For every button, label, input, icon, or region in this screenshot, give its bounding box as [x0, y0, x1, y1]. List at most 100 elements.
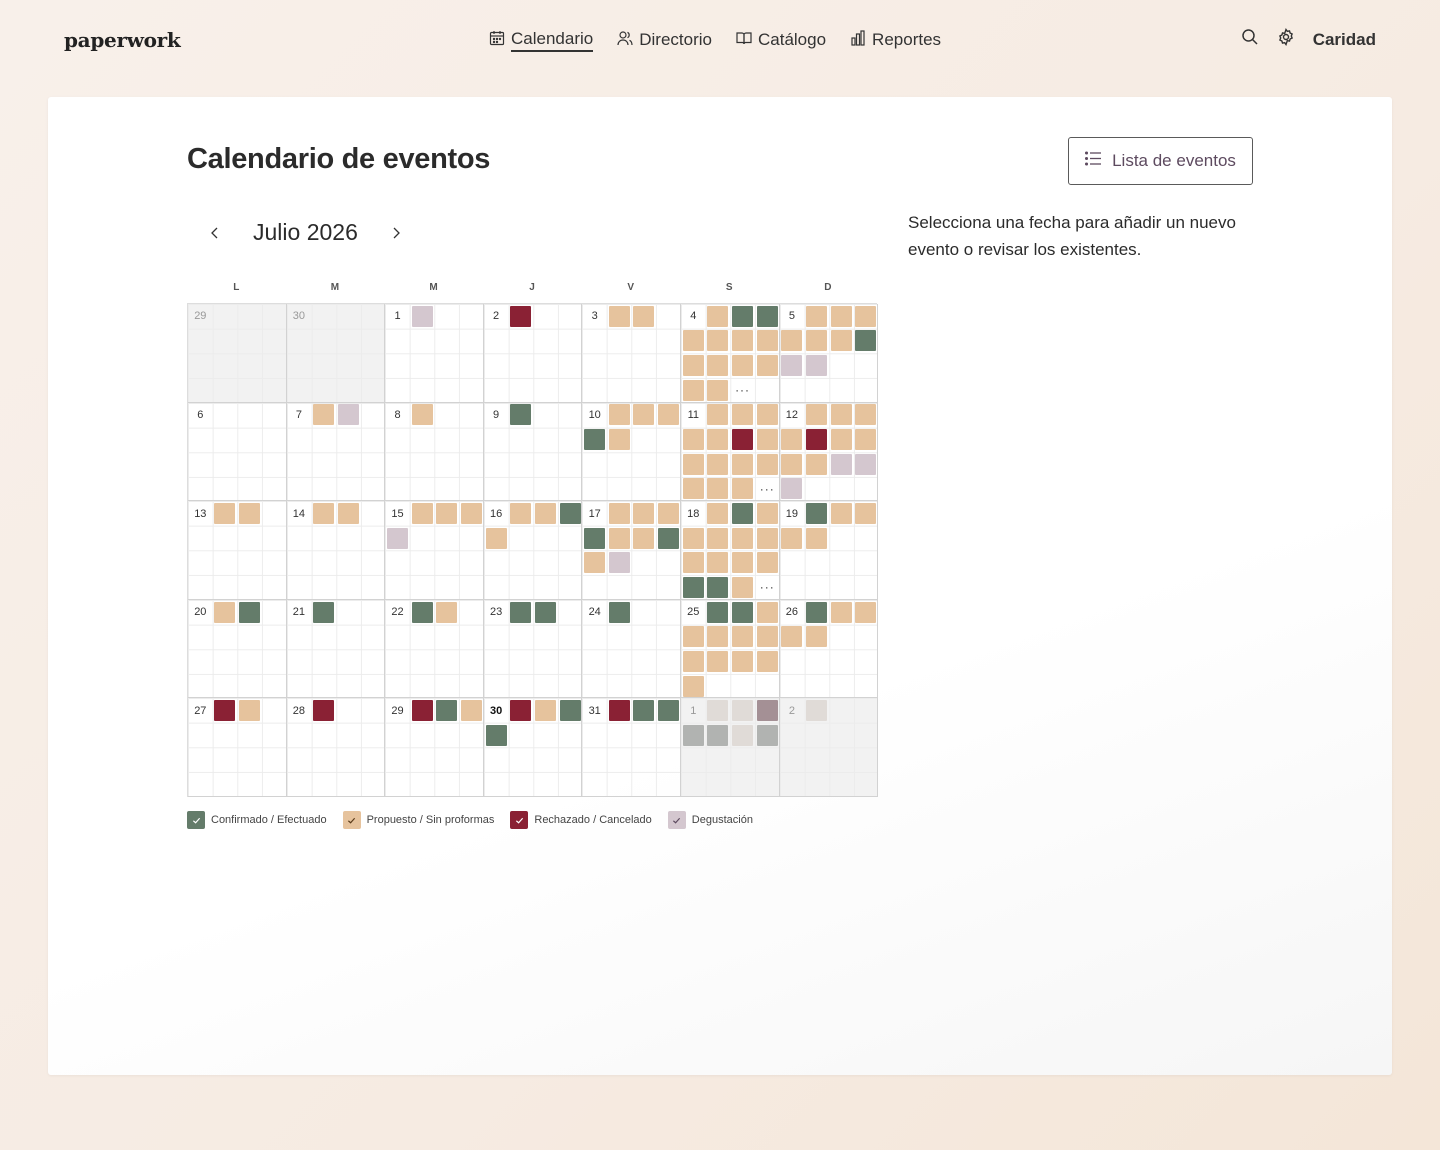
- event-proposed[interactable]: [411, 404, 433, 426]
- event-proposed[interactable]: [707, 503, 729, 524]
- event-proposed[interactable]: [781, 626, 803, 648]
- organization-name[interactable]: Caridad: [1313, 30, 1376, 50]
- event-tasting[interactable]: [756, 700, 778, 722]
- event-proposed[interactable]: [806, 453, 828, 475]
- event-rejected[interactable]: [313, 700, 335, 722]
- event-tasting[interactable]: [337, 404, 359, 426]
- calendar-day[interactable]: 25: [680, 599, 780, 699]
- event-proposed[interactable]: [707, 626, 729, 648]
- calendar-day[interactable]: 31: [582, 698, 681, 797]
- event-confirmed[interactable]: [436, 700, 458, 722]
- calendar-day[interactable]: 11 ···: [680, 402, 780, 502]
- more-events-indicator[interactable]: ···: [735, 384, 750, 396]
- event-proposed[interactable]: [682, 675, 704, 697]
- event-proposed[interactable]: [436, 601, 458, 623]
- event-proposed[interactable]: [682, 355, 704, 377]
- event-proposed[interactable]: [806, 527, 828, 549]
- event-proposed[interactable]: [608, 503, 630, 524]
- event-proposed[interactable]: [633, 305, 655, 327]
- more-events-indicator[interactable]: ···: [760, 483, 775, 495]
- event-proposed[interactable]: [732, 724, 754, 746]
- event-confirmed[interactable]: [534, 601, 556, 623]
- event-confirmed[interactable]: [559, 700, 581, 722]
- event-rejected[interactable]: [510, 305, 532, 327]
- event-confirmed[interactable]: [510, 404, 532, 426]
- event-proposed[interactable]: [510, 503, 532, 524]
- event-proposed[interactable]: [707, 552, 729, 574]
- event-proposed[interactable]: [781, 527, 803, 549]
- event-proposed[interactable]: [313, 503, 335, 524]
- event-confirmed[interactable]: [608, 601, 630, 623]
- event-proposed[interactable]: [584, 552, 606, 574]
- nav-reportes[interactable]: Reportes: [850, 28, 941, 52]
- event-rejected[interactable]: [411, 700, 433, 722]
- calendar-day[interactable]: 24: [582, 599, 681, 699]
- event-tasting[interactable]: [387, 527, 408, 549]
- event-proposed[interactable]: [756, 453, 778, 475]
- calendar-day[interactable]: 30: [483, 698, 583, 797]
- event-proposed[interactable]: [608, 404, 630, 426]
- event-proposed[interactable]: [806, 626, 828, 648]
- event-proposed[interactable]: [707, 453, 729, 475]
- calendar-day[interactable]: 7: [286, 402, 386, 502]
- gear-icon[interactable]: [1277, 27, 1295, 51]
- event-proposed[interactable]: [756, 429, 778, 451]
- event-confirmed[interactable]: [510, 601, 532, 623]
- chevron-right-icon[interactable]: [384, 221, 408, 245]
- event-proposed[interactable]: [707, 330, 729, 352]
- calendar-day[interactable]: 5: [779, 304, 879, 403]
- event-proposed[interactable]: [313, 404, 335, 426]
- event-confirmed[interactable]: [732, 503, 754, 524]
- event-proposed[interactable]: [633, 503, 655, 524]
- event-proposed[interactable]: [682, 478, 704, 500]
- event-proposed[interactable]: [682, 453, 704, 475]
- calendar-day[interactable]: 1: [385, 304, 484, 403]
- event-proposed[interactable]: [756, 355, 778, 377]
- legend-item[interactable]: Propuesto / Sin proformas: [342, 811, 494, 829]
- event-proposed[interactable]: [756, 527, 778, 549]
- event-proposed[interactable]: [707, 379, 729, 401]
- event-proposed[interactable]: [732, 453, 754, 475]
- event-proposed[interactable]: [732, 355, 754, 377]
- event-confirmed[interactable]: [707, 724, 729, 746]
- event-proposed[interactable]: [732, 700, 754, 722]
- event-proposed[interactable]: [633, 404, 655, 426]
- event-proposed[interactable]: [436, 503, 458, 524]
- calendar-day[interactable]: 8: [385, 402, 484, 502]
- event-tasting[interactable]: [806, 355, 828, 377]
- event-proposed[interactable]: [707, 650, 729, 672]
- event-proposed[interactable]: [732, 330, 754, 352]
- event-confirmed[interactable]: [584, 527, 606, 549]
- event-confirmed[interactable]: [658, 527, 680, 549]
- calendar-day[interactable]: 30: [286, 304, 386, 403]
- event-proposed[interactable]: [855, 601, 877, 623]
- event-proposed[interactable]: [855, 404, 877, 426]
- nav-catalogo[interactable]: Catálogo: [736, 28, 826, 52]
- event-confirmed[interactable]: [855, 330, 877, 352]
- nav-calendario[interactable]: Calendario: [489, 28, 594, 52]
- check-icon[interactable]: [510, 811, 529, 829]
- event-proposed[interactable]: [756, 552, 778, 574]
- calendar-day[interactable]: 9: [483, 402, 583, 502]
- event-proposed[interactable]: [633, 527, 655, 549]
- calendar-day[interactable]: 12: [779, 402, 879, 502]
- check-icon[interactable]: [342, 811, 361, 829]
- event-proposed[interactable]: [756, 650, 778, 672]
- event-proposed[interactable]: [830, 503, 852, 524]
- calendar-day[interactable]: 18 ···: [680, 501, 780, 600]
- event-proposed[interactable]: [756, 503, 778, 524]
- event-proposed[interactable]: [608, 527, 630, 549]
- event-proposed[interactable]: [682, 379, 704, 401]
- event-proposed[interactable]: [239, 503, 261, 524]
- event-tasting[interactable]: [781, 355, 803, 377]
- event-proposed[interactable]: [732, 552, 754, 574]
- calendar-day[interactable]: 6: [188, 402, 287, 502]
- calendar-day[interactable]: 23: [483, 599, 583, 699]
- event-proposed[interactable]: [707, 355, 729, 377]
- event-confirmed[interactable]: [485, 724, 507, 746]
- calendar-day[interactable]: 28: [286, 698, 386, 797]
- event-proposed[interactable]: [806, 305, 828, 327]
- calendar-day[interactable]: 21: [286, 599, 386, 699]
- calendar-day[interactable]: 2: [483, 304, 583, 403]
- event-confirmed[interactable]: [411, 601, 433, 623]
